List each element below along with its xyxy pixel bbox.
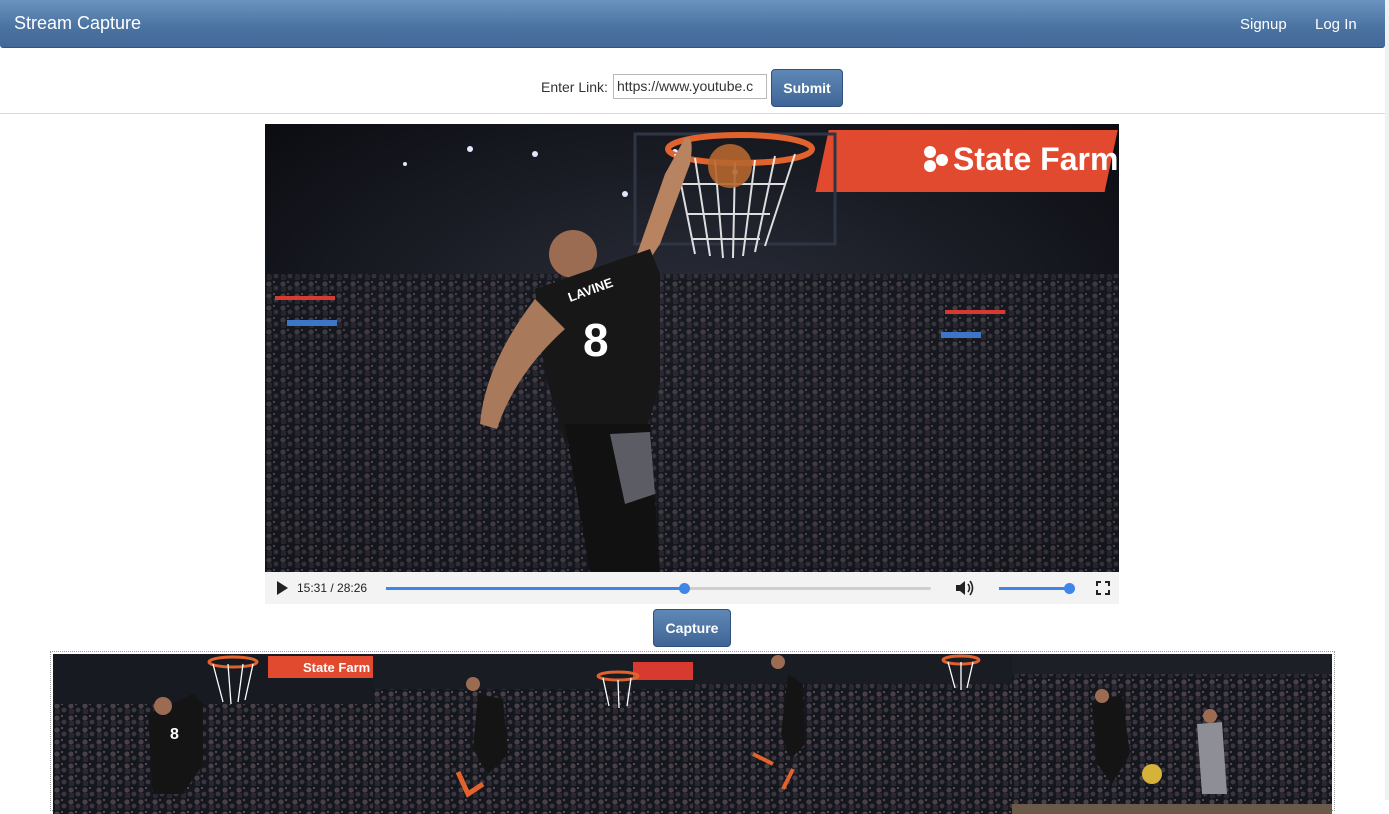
video-player[interactable]: State Farm LAVINE 8 [265,124,1119,572]
progress-slider[interactable] [386,583,931,594]
capture-thumbnail[interactable] [692,654,1013,814]
video-frame: State Farm LAVINE 8 [265,124,1119,572]
signup-link[interactable]: Signup [1240,16,1287,33]
brand-link[interactable]: Stream Capture [14,13,141,34]
time-readout: 15:31 / 28:26 [297,581,368,595]
navbar: Stream Capture Signup Log In [0,0,1385,48]
captures-strip: State Farm 8 [50,651,1335,814]
capture-thumbnail[interactable] [372,654,693,814]
capture-sponsor-text: State Farm [303,660,370,675]
submit-button[interactable]: Submit [771,69,843,107]
link-label: Enter Link: [541,79,608,95]
progress-thumb[interactable] [678,583,690,594]
play-icon[interactable] [277,581,288,595]
current-time: 15:31 [297,581,328,595]
capture-thumbnail[interactable] [1012,654,1332,814]
volume-thumb[interactable] [1063,583,1075,594]
progress-fill [386,587,684,590]
capture-image [692,654,1013,814]
fullscreen-icon[interactable] [1096,581,1110,595]
volume-slider[interactable] [999,583,1075,594]
link-form: Enter Link: https://www.youtube.c Submit [0,48,1385,114]
jersey-number-text: 8 [583,314,609,366]
video-sponsor-text: State Farm [953,141,1118,177]
capture-thumbnail[interactable]: State Farm 8 [53,654,373,814]
capture-image [1012,654,1332,814]
capture-image: State Farm 8 [53,654,373,814]
volume-icon[interactable] [955,579,975,597]
link-input[interactable]: https://www.youtube.c [613,74,767,99]
login-link[interactable]: Log In [1315,16,1357,33]
capture-button[interactable]: Capture [653,609,731,647]
volume-fill [999,587,1069,590]
capture-jersey-number: 8 [170,726,179,743]
video-controls: 15:31 / 28:26 [265,572,1119,604]
duration: 28:26 [337,581,368,595]
page-scrollbar[interactable] [1385,0,1389,800]
capture-image [372,654,693,814]
